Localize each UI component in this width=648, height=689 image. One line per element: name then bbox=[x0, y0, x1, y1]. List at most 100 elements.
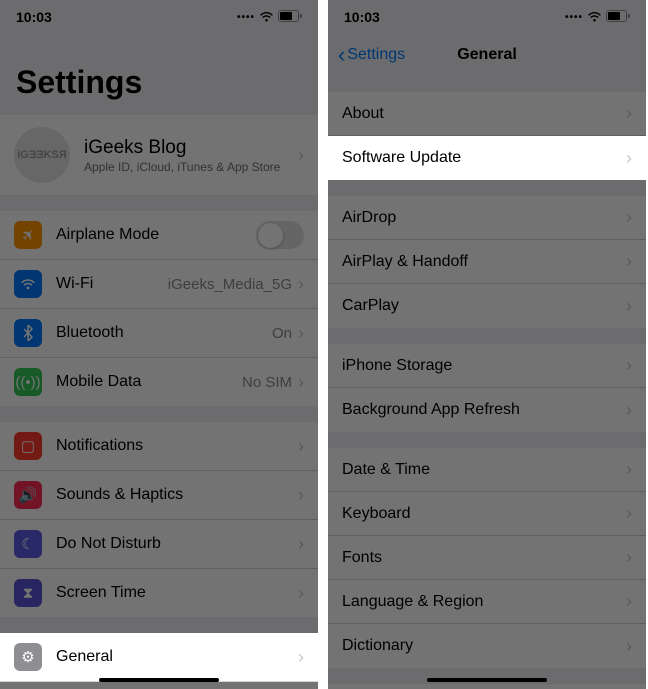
nav-title: General bbox=[457, 46, 517, 64]
home-indicator[interactable] bbox=[99, 678, 219, 682]
status-bar: 10:03 •••• bbox=[328, 0, 646, 34]
mobile-label: Mobile Data bbox=[56, 373, 242, 391]
refresh-label: Background App Refresh bbox=[342, 401, 626, 419]
battery-icon bbox=[606, 9, 630, 25]
airdrop-section: AirDrop › AirPlay & Handoff › CarPlay › bbox=[328, 196, 646, 328]
home-indicator[interactable] bbox=[427, 678, 547, 682]
wifi-label: Wi-Fi bbox=[56, 275, 168, 293]
status-time: 10:03 bbox=[16, 9, 52, 25]
datetime-row[interactable]: Date & Time › bbox=[328, 448, 646, 492]
chevron-right-icon: › bbox=[626, 148, 632, 169]
chevron-right-icon: › bbox=[298, 436, 304, 457]
airplay-row[interactable]: AirPlay & Handoff › bbox=[328, 240, 646, 284]
wifi-row[interactable]: Wi-Fi iGeeks_Media_5G › bbox=[0, 260, 318, 309]
bluetooth-label: Bluetooth bbox=[56, 324, 272, 342]
connectivity-section: ✈ Airplane Mode Wi-Fi iGeeks_Media_5G › … bbox=[0, 211, 318, 406]
general-row[interactable]: ⚙ General › bbox=[0, 633, 318, 682]
general-settings-screen: 10:03 •••• ‹ Settings General About › So… bbox=[328, 0, 646, 689]
general-label: General bbox=[56, 648, 298, 666]
apple-id-row[interactable]: iGƎƎKSЯ iGeeks Blog Apple ID, iCloud, iT… bbox=[0, 115, 318, 195]
chevron-right-icon: › bbox=[298, 534, 304, 555]
profile-subtitle: Apple ID, iCloud, iTunes & App Store bbox=[84, 160, 298, 174]
dnd-label: Do Not Disturb bbox=[56, 535, 298, 553]
background-refresh-row[interactable]: Background App Refresh › bbox=[328, 388, 646, 432]
settings-root-screen: 10:03 •••• Settings iGƎƎKSЯ iGeeks Blog … bbox=[0, 0, 318, 689]
vpn-row[interactable]: VPN Not Connected › bbox=[328, 684, 646, 689]
fonts-label: Fonts bbox=[342, 549, 626, 567]
sounds-row[interactable]: 🔊 Sounds & Haptics › bbox=[0, 471, 318, 520]
wifi-icon bbox=[259, 9, 274, 25]
airplane-toggle[interactable] bbox=[256, 221, 304, 249]
mobile-value: No SIM bbox=[242, 374, 292, 391]
fonts-row[interactable]: Fonts › bbox=[328, 536, 646, 580]
bluetooth-row[interactable]: Bluetooth On › bbox=[0, 309, 318, 358]
bluetooth-icon bbox=[14, 319, 42, 347]
cellular-icon: •••• bbox=[237, 12, 255, 23]
bluetooth-value: On bbox=[272, 325, 292, 342]
back-label: Settings bbox=[347, 46, 405, 64]
chevron-right-icon: › bbox=[626, 355, 632, 376]
profile-text: iGeeks Blog Apple ID, iCloud, iTunes & A… bbox=[84, 137, 298, 174]
chevron-right-icon: › bbox=[626, 103, 632, 124]
battery-icon bbox=[278, 9, 302, 25]
chevron-right-icon: › bbox=[626, 251, 632, 272]
keyboard-label: Keyboard bbox=[342, 505, 626, 523]
about-row[interactable]: About › bbox=[328, 92, 646, 136]
airplane-icon: ✈ bbox=[14, 221, 42, 249]
chevron-right-icon: › bbox=[626, 459, 632, 480]
about-section: About › Software Update › bbox=[328, 92, 646, 180]
wifi-icon bbox=[587, 9, 602, 25]
chevron-right-icon: › bbox=[626, 636, 632, 657]
chevron-right-icon: › bbox=[626, 207, 632, 228]
chevron-right-icon: › bbox=[626, 547, 632, 568]
page-title: Settings bbox=[0, 34, 318, 115]
chevron-left-icon: ‹ bbox=[338, 42, 345, 68]
chevron-right-icon: › bbox=[298, 274, 304, 295]
moon-icon: ☾ bbox=[14, 530, 42, 558]
profile-section: iGƎƎKSЯ iGeeks Blog Apple ID, iCloud, iT… bbox=[0, 115, 318, 195]
control-centre-row[interactable]: Control Centre › bbox=[0, 682, 318, 689]
chevron-right-icon: › bbox=[298, 583, 304, 604]
airplane-mode-row[interactable]: ✈ Airplane Mode bbox=[0, 211, 318, 260]
dnd-row[interactable]: ☾ Do Not Disturb › bbox=[0, 520, 318, 569]
language-row[interactable]: Language & Region › bbox=[328, 580, 646, 624]
keyboard-row[interactable]: Keyboard › bbox=[328, 492, 646, 536]
chevron-right-icon: › bbox=[298, 485, 304, 506]
nav-bar: ‹ Settings General bbox=[328, 34, 646, 76]
status-icons: •••• bbox=[237, 9, 302, 25]
cellular-icon: •••• bbox=[565, 12, 583, 23]
locale-section: Date & Time › Keyboard › Fonts › Languag… bbox=[328, 448, 646, 668]
mobile-data-row[interactable]: ((•)) Mobile Data No SIM › bbox=[0, 358, 318, 406]
about-label: About bbox=[342, 105, 626, 123]
screentime-row[interactable]: ⧗ Screen Time › bbox=[0, 569, 318, 617]
chevron-right-icon: › bbox=[626, 400, 632, 421]
dictionary-row[interactable]: Dictionary › bbox=[328, 624, 646, 668]
software-update-row[interactable]: Software Update › bbox=[328, 136, 646, 180]
airdrop-row[interactable]: AirDrop › bbox=[328, 196, 646, 240]
avatar: iGƎƎKSЯ bbox=[14, 127, 70, 183]
back-button[interactable]: ‹ Settings bbox=[338, 42, 405, 68]
sounds-label: Sounds & Haptics bbox=[56, 486, 298, 504]
gear-icon: ⚙ bbox=[14, 643, 42, 671]
status-bar: 10:03 •••• bbox=[0, 0, 318, 34]
notifications-row[interactable]: ▢ Notifications › bbox=[0, 422, 318, 471]
status-time: 10:03 bbox=[344, 9, 380, 25]
chevron-right-icon: › bbox=[298, 647, 304, 668]
datetime-label: Date & Time bbox=[342, 461, 626, 479]
storage-label: iPhone Storage bbox=[342, 357, 626, 375]
antenna-icon: ((•)) bbox=[14, 368, 42, 396]
chevron-right-icon: › bbox=[298, 145, 304, 166]
airplay-label: AirPlay & Handoff bbox=[342, 253, 626, 271]
chevron-right-icon: › bbox=[626, 503, 632, 524]
wifi-value: iGeeks_Media_5G bbox=[168, 276, 292, 293]
carplay-row[interactable]: CarPlay › bbox=[328, 284, 646, 328]
status-icons: •••• bbox=[565, 9, 630, 25]
screentime-label: Screen Time bbox=[56, 584, 298, 602]
sounds-icon: 🔊 bbox=[14, 481, 42, 509]
notifications-section: ▢ Notifications › 🔊 Sounds & Haptics › ☾… bbox=[0, 422, 318, 617]
notifications-icon: ▢ bbox=[14, 432, 42, 460]
chevron-right-icon: › bbox=[626, 296, 632, 317]
airplane-label: Airplane Mode bbox=[56, 226, 256, 244]
storage-row[interactable]: iPhone Storage › bbox=[328, 344, 646, 388]
software-label: Software Update bbox=[342, 149, 626, 167]
